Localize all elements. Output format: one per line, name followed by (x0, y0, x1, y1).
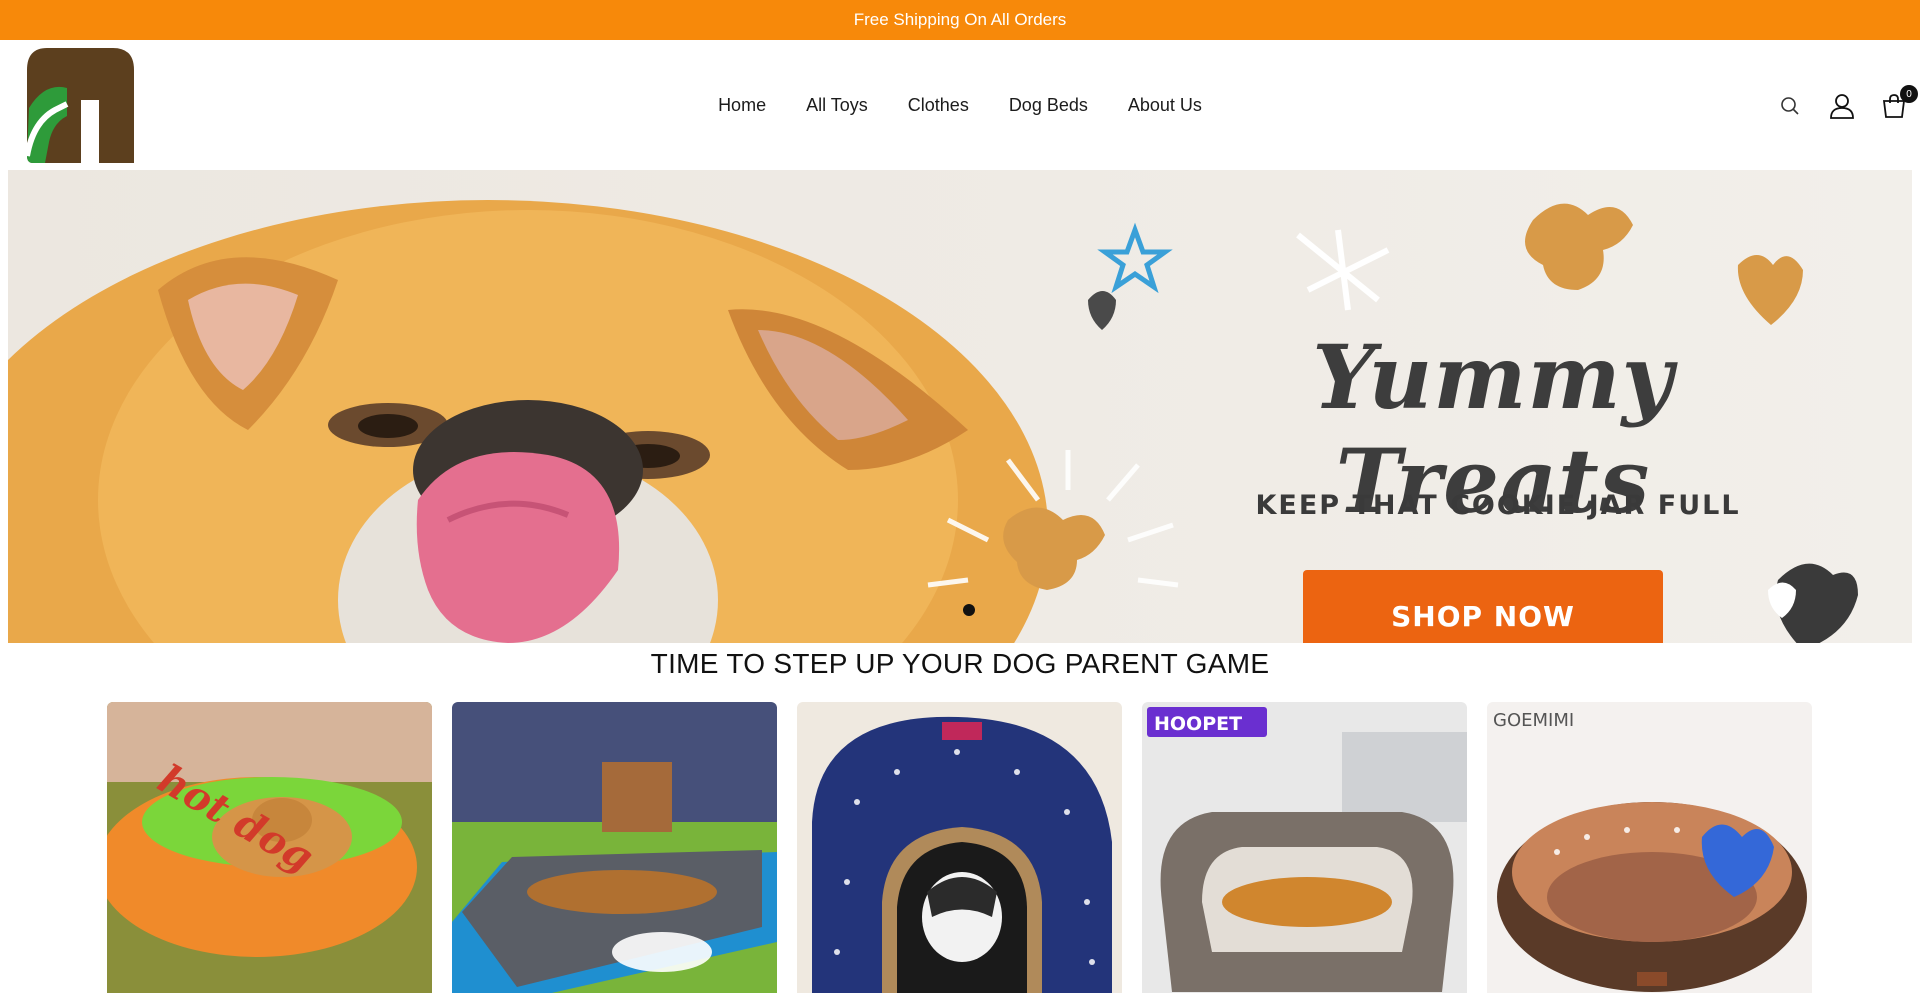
search-icon[interactable] (1774, 90, 1806, 122)
announcement-bar: Free Shipping On All Orders (0, 0, 1920, 40)
account-icon[interactable] (1826, 90, 1858, 122)
nav-home[interactable]: Home (718, 95, 766, 116)
nav-about-us[interactable]: About Us (1128, 95, 1202, 116)
star-dog-house-image (797, 702, 1122, 993)
announcement-text: Free Shipping On All Orders (853, 10, 1067, 29)
product-card[interactable]: HOOPET (1142, 702, 1467, 993)
product-grid: hot dog HOOPET GOEMIMI (107, 702, 1812, 993)
section-title: TIME TO STEP UP YOUR DOG PARENT GAME (650, 648, 1270, 679)
main-nav: Home All Toys Clothes Dog Beds About Us (0, 40, 1920, 170)
header-icons: 0 (1774, 85, 1918, 124)
product-card[interactable]: hot dog (107, 702, 432, 993)
cooling-mat-bed-image (452, 702, 777, 993)
logo[interactable] (24, 48, 134, 163)
product-card[interactable] (797, 702, 1122, 993)
site-header: Home All Toys Clothes Dog Beds About Us … (0, 40, 1920, 170)
nav-all-toys[interactable]: All Toys (806, 95, 868, 116)
cart-icon[interactable]: 0 (1878, 85, 1918, 122)
product-image-text: HOOPET (1154, 713, 1242, 735)
nav-dog-beds[interactable]: Dog Beds (1009, 95, 1088, 116)
hero-banner[interactable]: Yummy Treats KEEP THAT COOKIE JAR FULL S… (8, 170, 1912, 643)
product-card[interactable] (452, 702, 777, 993)
product-image-text: GOEMIMI (1493, 710, 1574, 731)
hero-subtitle: KEEP THAT COOKIE JAR FULL (1255, 490, 1741, 521)
brown-polka-bed-image: GOEMIMI (1487, 702, 1812, 993)
cart-count-badge: 0 (1900, 85, 1918, 103)
product-card[interactable]: GOEMIMI (1487, 702, 1812, 993)
slide-dot[interactable] (963, 604, 975, 616)
nav-clothes[interactable]: Clothes (908, 95, 969, 116)
hot-dog-bed-image: hot dog (107, 702, 432, 993)
shop-now-button[interactable]: SHOP NOW (1303, 570, 1663, 643)
grey-sofa-bed-image: HOOPET (1142, 702, 1467, 993)
